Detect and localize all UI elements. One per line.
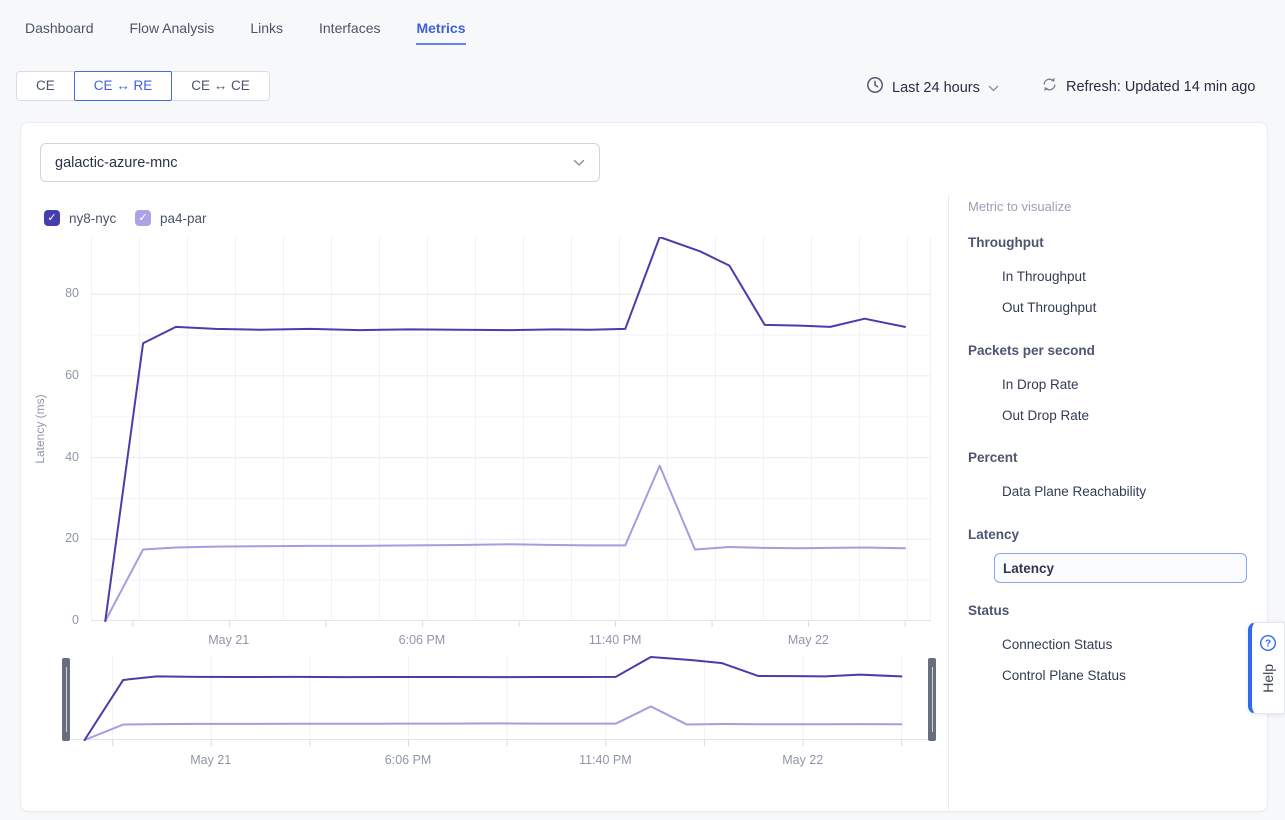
series-line	[105, 466, 905, 621]
segment-ce[interactable]: CE	[16, 71, 75, 101]
time-range-label: Last 24 hours	[892, 80, 980, 96]
metric-item-out-throughput[interactable]: Out Throughput	[1002, 300, 1096, 315]
brush-x-axis-tick-labels: May 21 6:06 PM 11:40 PM May 22	[70, 753, 928, 769]
sidebar-divider	[948, 195, 949, 811]
x-tick-label: May 21	[190, 753, 231, 767]
y-tick-label: 80	[29, 286, 79, 300]
series-line	[85, 657, 902, 740]
device-select-value: galactic-azure-mnc	[55, 155, 573, 171]
nav-tab-flow-analysis[interactable]: Flow Analysis	[130, 20, 215, 45]
x-tick-label: 6:06 PM	[399, 633, 446, 647]
x-tick-label: May 22	[782, 753, 823, 767]
chevron-down-icon	[988, 79, 999, 97]
question-circle-icon: ?	[1259, 634, 1277, 657]
metric-item-out-drop-rate[interactable]: Out Drop Rate	[1002, 408, 1089, 423]
svg-text:?: ?	[1265, 639, 1271, 650]
main-chart[interactable]	[91, 237, 931, 629]
y-tick-label: 40	[29, 450, 79, 464]
metric-item-latency-selected[interactable]: Latency	[994, 553, 1247, 583]
legend-toggle-ny8-nyc[interactable]: ✓ ny8-nyc	[44, 210, 116, 226]
refresh-label: Refresh: Updated 14 min ago	[1066, 79, 1255, 95]
x-tick-label: 6:06 PM	[385, 753, 432, 767]
legend-toggle-pa4-par[interactable]: ✓ pa4-par	[135, 210, 207, 226]
legend-label: ny8-nyc	[69, 211, 116, 226]
nav-tab-interfaces[interactable]: Interfaces	[319, 20, 380, 45]
refresh-button[interactable]: Refresh: Updated 14 min ago	[1041, 76, 1255, 98]
metric-group-packets-per-second: Packets per second	[968, 343, 1095, 358]
help-label: Help	[1260, 664, 1276, 693]
metric-item-data-plane-reachability[interactable]: Data Plane Reachability	[1002, 484, 1146, 499]
segment-ce-ce[interactable]: CE ↔ CE	[171, 71, 270, 101]
series-line	[85, 706, 902, 740]
nav-tab-dashboard[interactable]: Dashboard	[25, 20, 94, 45]
metric-item-in-throughput[interactable]: In Throughput	[1002, 269, 1086, 284]
device-select[interactable]: galactic-azure-mnc	[40, 143, 600, 182]
metric-item-connection-status[interactable]: Connection Status	[1002, 637, 1112, 652]
metric-group-throughput: Throughput	[968, 235, 1044, 250]
x-tick-label: 11:40 PM	[579, 753, 632, 767]
refresh-icon	[1041, 76, 1058, 98]
y-tick-label: 0	[29, 613, 79, 627]
metric-group-percent: Percent	[968, 450, 1018, 465]
x-tick-label: May 22	[788, 633, 829, 647]
y-tick-label: 60	[29, 368, 79, 382]
metric-item-control-plane-status[interactable]: Control Plane Status	[1002, 668, 1126, 683]
legend-label: pa4-par	[160, 211, 207, 226]
brush-handle-left[interactable]	[62, 658, 70, 741]
x-axis-tick-labels: May 21 6:06 PM 11:40 PM May 22	[91, 633, 931, 649]
checkbox-checked-icon[interactable]: ✓	[135, 210, 151, 226]
time-range-dropdown[interactable]: Last 24 hours	[866, 76, 999, 99]
clock-icon	[866, 76, 884, 99]
connection-type-segmented-control: CE CE ↔ RE CE ↔ CE	[16, 71, 270, 101]
selected-metric-label: Latency	[1003, 561, 1054, 576]
help-button[interactable]: ? Help	[1248, 622, 1285, 714]
top-nav: Dashboard Flow Analysis Links Interfaces…	[25, 20, 466, 45]
segment-ce-re[interactable]: CE ↔ RE	[74, 71, 173, 101]
y-axis-tick-labels: 020406080	[29, 237, 79, 621]
checkbox-checked-icon[interactable]: ✓	[44, 210, 60, 226]
mini-brush-chart[interactable]	[70, 655, 928, 747]
x-tick-label: 11:40 PM	[589, 633, 642, 647]
chevron-down-icon	[573, 154, 585, 172]
nav-tab-metrics[interactable]: Metrics	[416, 20, 465, 45]
y-tick-label: 20	[29, 531, 79, 545]
metric-item-in-drop-rate[interactable]: In Drop Rate	[1002, 377, 1079, 392]
sidebar-title: Metric to visualize	[968, 199, 1071, 214]
metric-group-status: Status	[968, 603, 1009, 618]
metric-group-latency: Latency	[968, 527, 1019, 542]
x-tick-label: May 21	[208, 633, 249, 647]
nav-tab-links[interactable]: Links	[250, 20, 283, 45]
brush-handle-right[interactable]	[928, 658, 936, 741]
